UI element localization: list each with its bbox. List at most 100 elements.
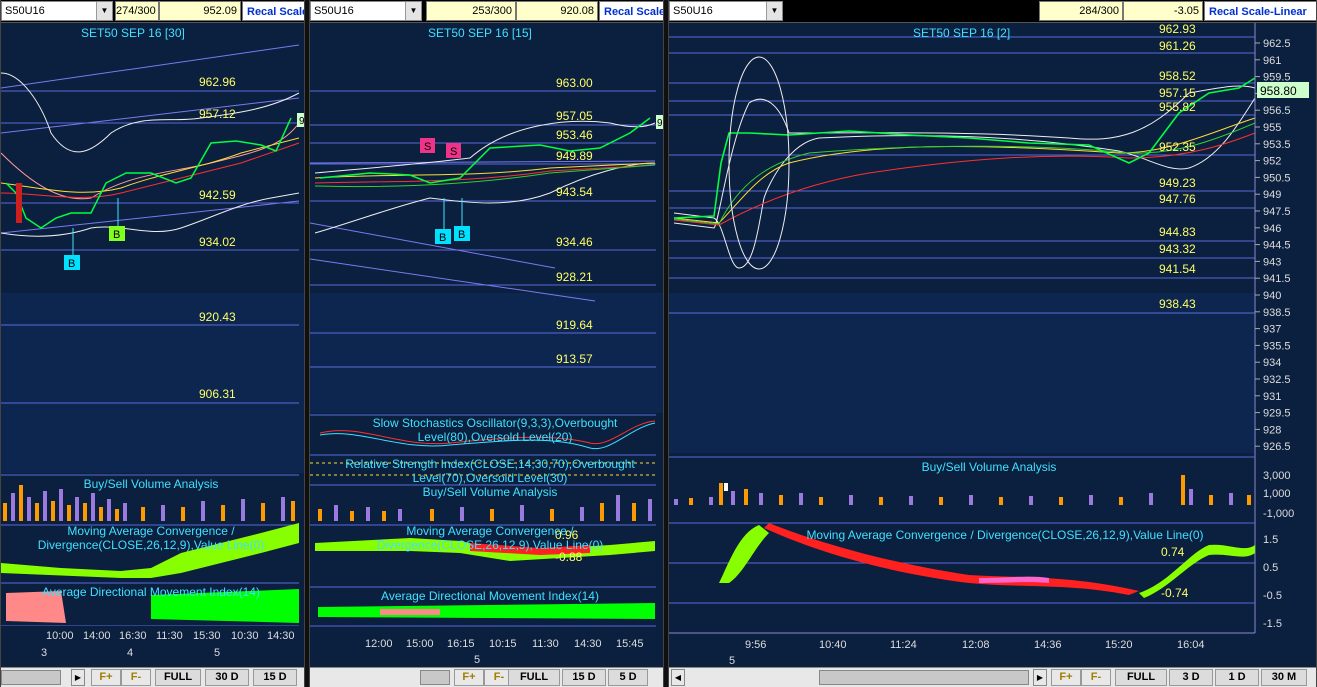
zoom-in-button[interactable]: F+ bbox=[91, 669, 121, 686]
axis-tick-label: 961 bbox=[1263, 55, 1281, 67]
axis-tick-label: 940 bbox=[1263, 290, 1281, 302]
scroll-left-icon[interactable]: ◀ bbox=[671, 669, 685, 686]
recal-scale-button[interactable]: Recal Scale bbox=[242, 1, 304, 21]
time-label: 10:40 bbox=[819, 639, 847, 651]
date-label: 3 bbox=[41, 647, 47, 659]
price-level: 961.26 bbox=[1159, 39, 1196, 53]
chart-panel-2min[interactable]: S50U16 ▼ 284/300 -3.05 Recal Scale-Linea… bbox=[668, 0, 1317, 687]
bar-count: 284/300 bbox=[1039, 1, 1123, 21]
sell-marker-label: S bbox=[450, 146, 457, 158]
macd-label: Moving Average Convergence / Divergence(… bbox=[806, 528, 1204, 542]
recal-scale-linear-button[interactable]: Recal Scale-Linear bbox=[1204, 1, 1316, 21]
macd-value: -0.74 bbox=[1161, 586, 1189, 600]
price-chart[interactable]: B B 962.96 957.12 942.59 934.02 920.43 9… bbox=[1, 23, 305, 667]
full-range-button[interactable]: FULL bbox=[155, 669, 201, 686]
price-level: 919.64 bbox=[556, 318, 593, 332]
time-label: 12:00 bbox=[365, 638, 393, 650]
price-level: 906.31 bbox=[199, 387, 236, 401]
symbol-select[interactable]: S50U16 ▼ bbox=[1, 1, 113, 21]
price-chart[interactable]: S S B B 963.00 957.05 953.46 949.89 943.… bbox=[310, 23, 664, 667]
time-label: 15:00 bbox=[406, 638, 434, 650]
symbol-value: S50U16 bbox=[5, 5, 45, 17]
time-label: 11:24 bbox=[890, 639, 917, 651]
time-label: 11:30 bbox=[532, 638, 559, 650]
scroll-right-icon[interactable]: ▶ bbox=[1033, 669, 1047, 686]
time-label: 14:00 bbox=[83, 630, 111, 642]
range-15d-button[interactable]: 15 D bbox=[253, 669, 297, 686]
range-1d-button[interactable]: 1 D bbox=[1215, 669, 1259, 686]
chevron-down-icon[interactable]: ▼ bbox=[405, 2, 421, 20]
full-range-button[interactable]: FULL bbox=[1115, 669, 1167, 686]
adx-label: Average Directional Movement Index(14) bbox=[42, 585, 260, 599]
price-badge: 9 bbox=[657, 118, 663, 129]
axis-tick-label: 926.5 bbox=[1263, 441, 1291, 453]
axis-tick-label: 931 bbox=[1263, 391, 1281, 403]
full-range-button[interactable]: FULL bbox=[508, 669, 560, 686]
axis-tick-label: 934 bbox=[1263, 357, 1281, 369]
price-level: 962.93 bbox=[1159, 23, 1196, 36]
scroll-right-icon[interactable]: ▶ bbox=[71, 669, 85, 686]
axis-tick-label: 928 bbox=[1263, 424, 1281, 436]
chart-panel-30min[interactable]: S50U16 ▼ 274/300 952.09 Recal Scale B B … bbox=[0, 0, 305, 687]
recal-scale-button[interactable]: Recal Scale bbox=[599, 1, 663, 21]
adx-label: Average Directional Movement Index(14) bbox=[381, 589, 599, 603]
scrollbar-thumb[interactable] bbox=[420, 670, 450, 685]
axis-tick-label: 956.5 bbox=[1263, 105, 1291, 117]
buy-marker-label: B bbox=[458, 229, 465, 241]
time-label: 9:56 bbox=[745, 639, 766, 651]
panel-toolbar: S50U16 ▼ 274/300 952.09 Recal Scale bbox=[1, 0, 304, 23]
buy-marker-label: B bbox=[439, 232, 446, 244]
price-level: 949.23 bbox=[1159, 176, 1196, 190]
range-30m-button[interactable]: 30 M bbox=[1261, 669, 1307, 686]
price-chart[interactable]: 962.93 961.26 958.52 957.15 955.82 952.3… bbox=[669, 23, 1317, 667]
range-15d-button[interactable]: 15 D bbox=[562, 669, 606, 686]
chart-title: SET50 SEP 16 [2] bbox=[913, 26, 1011, 40]
zoom-out-button[interactable]: F- bbox=[1081, 669, 1111, 686]
bar-count: 253/300 bbox=[426, 1, 516, 21]
price-level: 943.32 bbox=[1159, 242, 1196, 256]
axis-tick-label: 935.5 bbox=[1263, 340, 1291, 352]
zoom-out-button[interactable]: F- bbox=[121, 669, 151, 686]
time-label: 15:20 bbox=[1105, 639, 1133, 651]
symbol-select[interactable]: S50U16 ▼ bbox=[669, 1, 783, 21]
chevron-down-icon[interactable]: ▼ bbox=[96, 2, 112, 20]
time-label: 10:30 bbox=[231, 630, 259, 642]
chart-panel-15min[interactable]: S50U16 ▼ 253/300 920.08 Recal Scale S S … bbox=[309, 0, 664, 687]
price-level: 942.59 bbox=[199, 188, 236, 202]
price-level: 953.46 bbox=[556, 128, 593, 142]
time-label: 10:00 bbox=[46, 630, 74, 642]
time-label: 14:36 bbox=[1034, 639, 1062, 651]
zoom-in-button[interactable]: F+ bbox=[454, 669, 484, 686]
volume-label: Buy/Sell Volume Analysis bbox=[422, 485, 558, 499]
volume-label: Buy/Sell Volume Analysis bbox=[921, 460, 1057, 474]
axis-tick-label: 937 bbox=[1263, 324, 1281, 336]
volume-axis-label: 3,000 bbox=[1263, 470, 1291, 482]
range-3d-button[interactable]: 3 D bbox=[1169, 669, 1213, 686]
last-price: -3.05 bbox=[1123, 1, 1203, 21]
time-label: 10:15 bbox=[489, 638, 517, 650]
axis-tick-label: 959.5 bbox=[1263, 72, 1291, 84]
range-30d-button[interactable]: 30 D bbox=[205, 669, 249, 686]
price-level: 920.43 bbox=[199, 310, 236, 324]
zoom-in-button[interactable]: F+ bbox=[1051, 669, 1081, 686]
macd-label: Moving Average Convergence / Divergence(… bbox=[37, 524, 265, 552]
volume-axis-label: -1,000 bbox=[1263, 508, 1294, 520]
symbol-value: S50U16 bbox=[314, 5, 354, 17]
axis-tick-label: 953.5 bbox=[1263, 139, 1291, 151]
scrollbar-thumb[interactable] bbox=[819, 670, 1029, 685]
sell-marker-label: S bbox=[424, 141, 431, 153]
time-label: 16:30 bbox=[119, 630, 147, 642]
range-5d-button[interactable]: 5 D bbox=[608, 669, 648, 686]
axis-tick-label: 950.5 bbox=[1263, 172, 1291, 184]
price-level: 957.15 bbox=[1159, 86, 1196, 100]
current-price: 958.80 bbox=[1260, 84, 1297, 98]
scrollbar-thumb[interactable] bbox=[1, 670, 61, 685]
symbol-select[interactable]: S50U16 ▼ bbox=[310, 1, 422, 21]
axis-tick-label: 929.5 bbox=[1263, 408, 1291, 420]
axis-tick-label: 932.5 bbox=[1263, 374, 1291, 386]
last-price: 952.09 bbox=[159, 1, 241, 21]
price-level: 957.05 bbox=[556, 109, 593, 123]
macd-value: 0.74 bbox=[1161, 545, 1185, 559]
chevron-down-icon[interactable]: ▼ bbox=[766, 2, 782, 20]
macd-axis-label: -1.5 bbox=[1263, 618, 1282, 630]
